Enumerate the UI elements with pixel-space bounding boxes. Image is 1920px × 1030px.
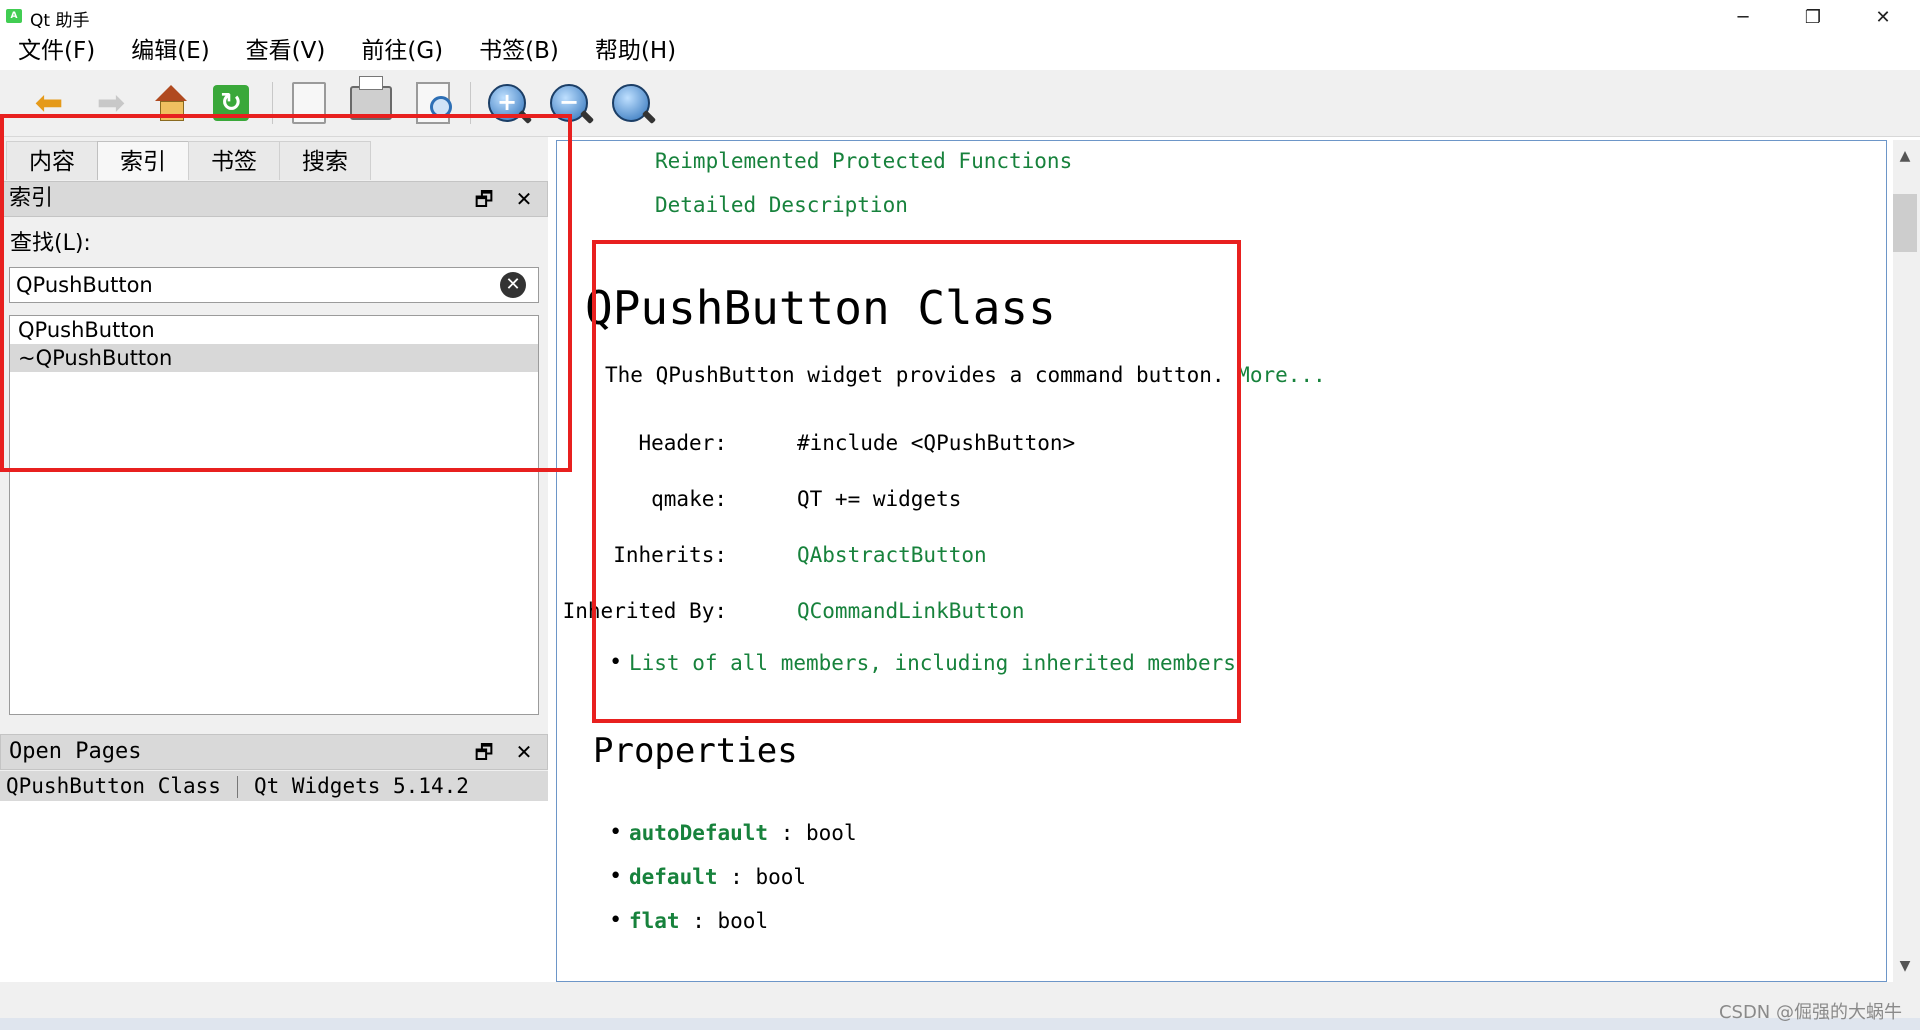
home-icon [153,85,189,121]
forward-arrow-icon: ➡ [96,83,126,123]
status-bar: CSDN @倔强的大蜗牛 [0,982,1920,1030]
home-button[interactable] [148,80,194,126]
column-divider [236,776,238,798]
header-label: Header: [638,431,727,455]
documentation-view: Reimplemented Protected Functions Detail… [556,140,1887,982]
float-dock-icon[interactable]: 🗗 [471,186,497,212]
open-pages-dock-title: Open Pages 🗗 ✕ [0,734,548,770]
inherited-by-link[interactable]: QCommandLinkButton [797,599,1025,623]
menu-view[interactable]: 查看(V) [228,34,344,68]
list-item: flat : bool [609,908,769,933]
all-members-link[interactable]: List of all members, including inherited… [629,651,1236,675]
sidebar-tabs: 内容 索引 书签 搜索 [6,141,371,181]
menu-file[interactable]: 文件(F) [0,34,113,68]
close-window-button[interactable]: ✕ [1848,0,1918,34]
close-dock-icon[interactable]: ✕ [511,739,537,765]
scrollbar-thumb[interactable] [1893,194,1917,252]
property-flat-link[interactable]: flat [629,909,680,933]
scroll-up-icon[interactable]: ▲ [1893,144,1917,168]
zoom-out-button[interactable]: − [546,80,592,126]
property-default-link[interactable]: default [629,865,718,889]
back-arrow-icon: ⬅ [34,83,64,123]
zoom-in-button[interactable]: + [484,80,530,126]
vertical-scrollbar[interactable]: ▲ ▼ [1893,140,1920,982]
menu-go[interactable]: 前往(G) [343,34,461,68]
reset-zoom-button[interactable] [608,80,654,126]
printer-icon [350,76,392,120]
zoom-out-icon: − [550,84,588,122]
title-bar: A Qt 助手 ─ ❐ ✕ [0,0,1920,34]
index-dock-title: 索引 🗗 ✕ [0,181,548,217]
link-reimplemented-protected-functions[interactable]: Reimplemented Protected Functions [655,149,1072,173]
menu-edit[interactable]: 编辑(E) [113,34,227,68]
menu-bookmarks[interactable]: 书签(B) [461,34,577,68]
find-label: 查找(L): [10,231,91,256]
open-page-row[interactable]: QPushButton Class Qt Widgets 5.14.2 [0,771,548,801]
toolbar: ⬅ ➡ ↻ + − [0,70,1920,137]
forward-button[interactable]: ➡ [88,80,134,126]
toolbar-separator [272,82,273,124]
inherits-link[interactable]: QAbstractButton [797,543,987,567]
properties-heading: Properties [593,731,798,771]
scroll-down-icon[interactable]: ▼ [1893,954,1917,978]
menu-bar: 文件(F) 编辑(E) 查看(V) 前往(G) 书签(B) 帮助(H) [0,34,1920,68]
list-item: default : bool [609,864,807,889]
list-item: autoDefault : bool [609,820,857,845]
more-link[interactable]: More... [1237,363,1326,387]
copy-icon [292,82,326,124]
restore-button[interactable]: ❐ [1778,0,1848,34]
find-in-page-icon [416,82,452,124]
clear-search-icon[interactable]: ✕ [500,272,526,298]
reset-zoom-icon [612,84,650,122]
left-sidebar: 内容 索引 书签 搜索 索引 🗗 ✕ 查找(L): QPushButton ✕ … [0,137,548,982]
qt-assistant-app-icon: A [6,9,22,23]
property-autodefault-link[interactable]: autoDefault [629,821,768,845]
description-text: The QPushButton widget provides a comman… [605,363,1225,387]
property-type: : bool [780,821,857,845]
tab-search[interactable]: 搜索 [279,141,371,180]
sync-icon: ↻ [213,85,249,121]
tab-bookmarks[interactable]: 书签 [188,141,280,180]
find-in-text-button[interactable] [410,80,456,126]
copy-button[interactable] [286,80,332,126]
list-item[interactable]: ~QPushButton [10,344,538,372]
list-item[interactable]: QPushButton [10,316,538,344]
property-type: : bool [692,909,769,933]
sync-button[interactable]: ↻ [208,80,254,126]
link-detailed-description[interactable]: Detailed Description [655,193,908,217]
taskbar-strip [0,1018,1920,1030]
index-dock-title-text: 索引 [9,186,54,211]
open-page-title: QPushButton Class [6,774,221,798]
open-pages-list: QPushButton Class Qt Widgets 5.14.2 [0,771,548,982]
header-value: #include <QPushButton> [797,431,1076,455]
open-pages-title-text: Open Pages [9,739,142,764]
toolbar-separator [470,82,471,124]
class-title: QPushButton Class [585,281,1056,335]
close-dock-icon[interactable]: ✕ [511,186,537,212]
qmake-label: qmake: [651,487,727,511]
open-page-module: Qt Widgets 5.14.2 [253,774,469,798]
members-list-item: List of all members, including inherited… [609,650,1236,675]
tab-index[interactable]: 索引 [97,141,189,180]
index-search-input[interactable]: QPushButton ✕ [9,267,539,303]
search-input-value: QPushButton [16,273,153,297]
tab-contents[interactable]: 内容 [6,141,98,180]
minimize-button[interactable]: ─ [1708,0,1778,34]
window-title: Qt 助手 [30,11,90,31]
print-button[interactable] [348,76,394,126]
float-dock-icon[interactable]: 🗗 [471,739,497,765]
inherits-label: Inherits: [613,543,727,567]
index-results-list: QPushButton ~QPushButton [9,315,539,715]
back-button[interactable]: ⬅ [26,80,72,126]
property-type: : bool [730,865,807,889]
class-description: The QPushButton widget provides a comman… [605,363,1326,387]
zoom-in-icon: + [488,84,526,122]
qmake-value: QT += widgets [797,487,962,511]
inherited-by-label: Inherited By: [562,599,727,623]
menu-help[interactable]: 帮助(H) [577,34,694,68]
watermark: CSDN @倔强的大蜗牛 [1718,1002,1902,1023]
